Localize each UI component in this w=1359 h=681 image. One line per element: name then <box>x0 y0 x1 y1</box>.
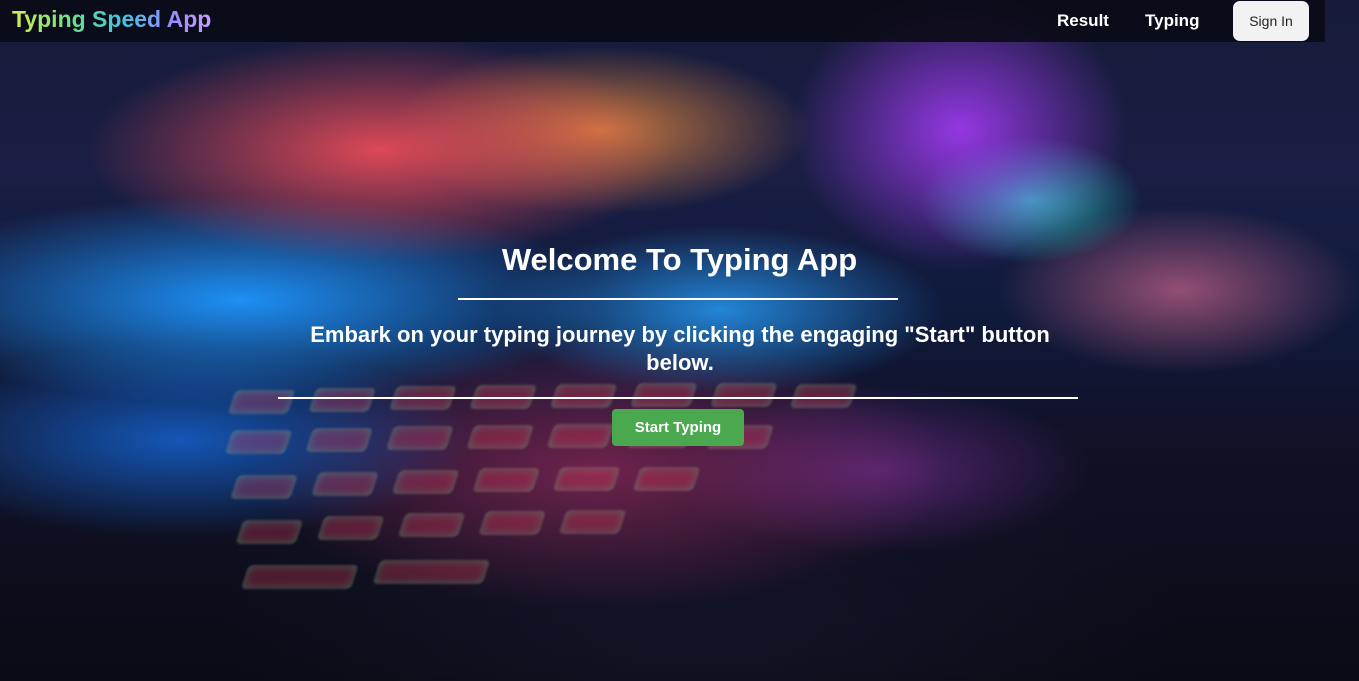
nav-link-typing[interactable]: Typing <box>1145 11 1199 31</box>
hero-title: Welcome To Typing App <box>501 242 858 277</box>
start-typing-button[interactable]: Start Typing <box>612 409 744 446</box>
hero-subtitle: Embark on your typing journey by clickin… <box>310 322 1050 375</box>
background-keyboard-decoration <box>101 380 1098 680</box>
brand-logo[interactable]: Typing Speed App <box>12 6 211 33</box>
page: Typing Speed App Result Typing Sign In W… <box>0 0 1359 681</box>
top-navbar: Typing Speed App Result Typing Sign In <box>0 0 1325 42</box>
sign-in-button[interactable]: Sign In <box>1233 1 1309 41</box>
nav-link-result[interactable]: Result <box>1057 11 1109 31</box>
title-divider <box>458 298 898 300</box>
subtitle-divider <box>278 397 1078 399</box>
